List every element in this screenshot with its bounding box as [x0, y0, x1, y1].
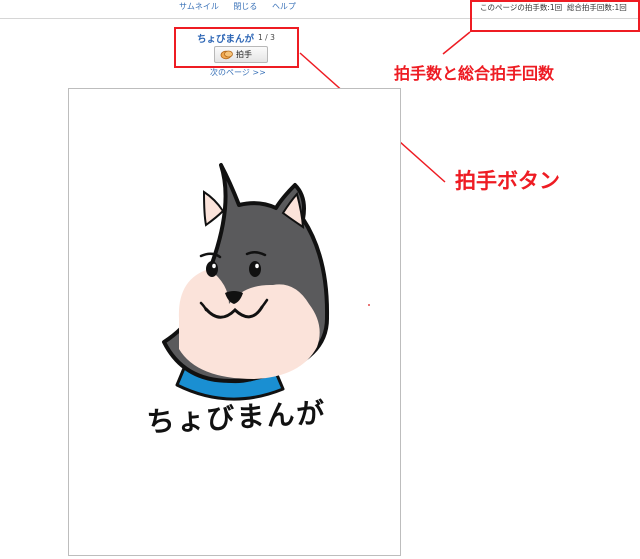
manga-page-viewer[interactable]: ちょびまんが — [68, 88, 401, 556]
counts-annotation: 拍手数と総合拍手回数 — [394, 64, 555, 83]
clap-button-annotation: 拍手ボタン — [455, 169, 560, 193]
manga-cover-title: ちょびまんが — [146, 396, 327, 438]
dog-illustration: ちょびまんが — [146, 163, 330, 439]
stray-mark — [368, 304, 370, 306]
